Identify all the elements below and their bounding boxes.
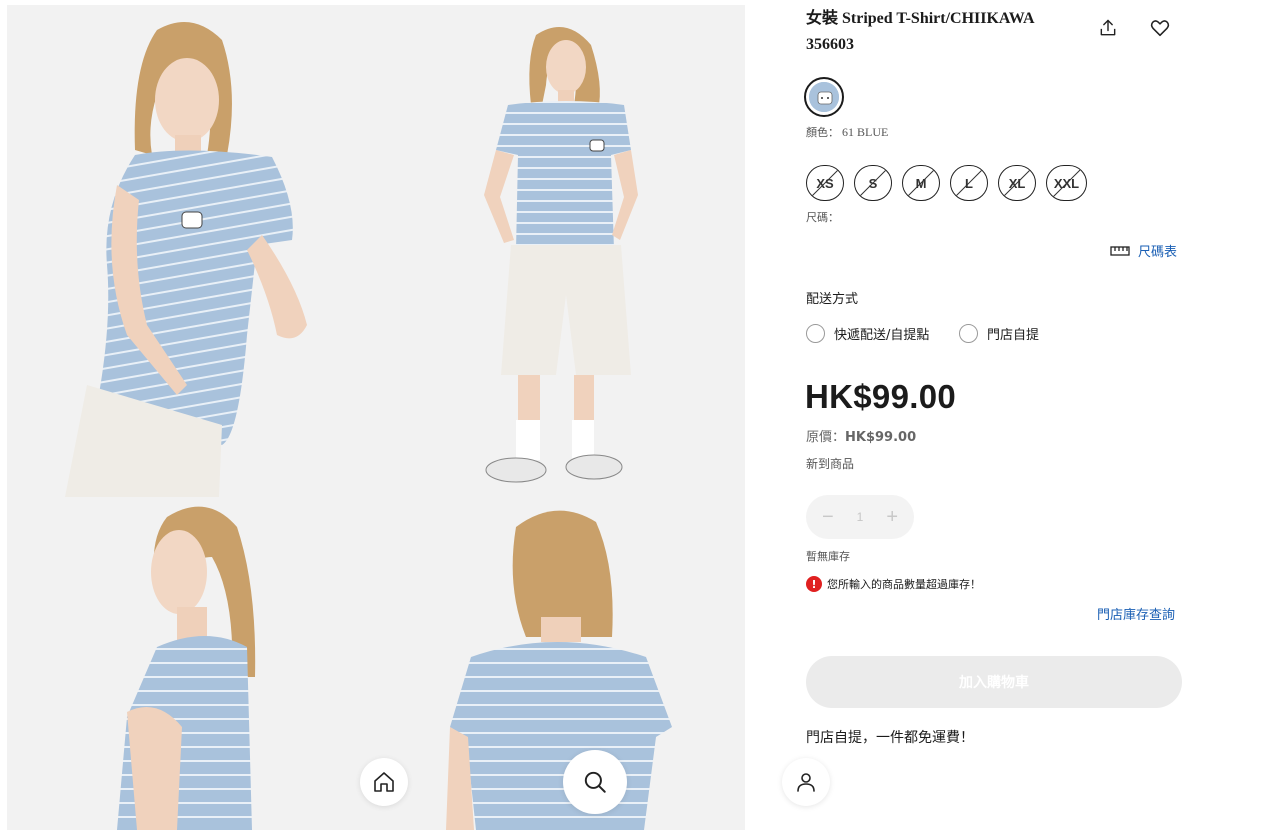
radio-button[interactable] bbox=[959, 324, 978, 343]
product-price: HK$99.00 bbox=[805, 378, 956, 415]
home-button[interactable] bbox=[360, 758, 408, 806]
stock-warning: ! 您所輸入的商品數量超過庫存！ bbox=[806, 576, 981, 592]
share-icon bbox=[1100, 19, 1116, 36]
original-price: 原價：HK$99.00 bbox=[806, 426, 916, 445]
unavailable-slash bbox=[954, 168, 984, 198]
shipping-option-store-pickup[interactable]: 門店自提 bbox=[959, 324, 1039, 343]
search-icon bbox=[584, 771, 606, 793]
quantity-value[interactable]: 1 bbox=[857, 510, 864, 524]
product-photo-side-image bbox=[7, 497, 376, 830]
account-button[interactable] bbox=[782, 758, 830, 806]
favorite-button[interactable] bbox=[1146, 14, 1174, 42]
home-icon bbox=[374, 772, 394, 792]
shipping-option-store-pickup-label: 門店自提 bbox=[987, 328, 1040, 343]
warning-icon: ! bbox=[806, 576, 822, 592]
unavailable-slash bbox=[1002, 168, 1032, 198]
size-chart-link[interactable]: 尺碼表 bbox=[1110, 241, 1177, 260]
user-icon bbox=[797, 773, 815, 792]
size-xs[interactable]: XS bbox=[806, 165, 844, 201]
product-photo-back-image bbox=[376, 497, 745, 830]
shipping-method-title: 配送方式 bbox=[806, 292, 859, 307]
unavailable-slash bbox=[810, 168, 840, 198]
color-swatch-image bbox=[809, 82, 839, 112]
original-price-value: HK$99.00 bbox=[845, 430, 917, 445]
new-arrival-badge: 新到商品 bbox=[806, 457, 855, 471]
heart-icon bbox=[1150, 20, 1170, 37]
size-chart-label: 尺碼表 bbox=[1138, 245, 1178, 260]
product-title: 女裝 Striped T-Shirt/CHIIKAWA 356603 bbox=[806, 10, 1034, 53]
shipping-option-delivery[interactable]: 快遞配送/自提點 bbox=[806, 324, 929, 343]
size-xl[interactable]: XL bbox=[998, 165, 1036, 201]
product-photo-front-closeup-image bbox=[7, 5, 376, 497]
ruler-icon bbox=[1110, 245, 1130, 256]
product-gallery bbox=[7, 5, 745, 830]
unavailable-slash bbox=[906, 168, 936, 198]
radio-button[interactable] bbox=[806, 324, 825, 343]
product-photo-back[interactable] bbox=[376, 497, 745, 830]
quantity-stepper[interactable]: − 1 + bbox=[806, 495, 914, 539]
size-options: XS S M L XL XXL bbox=[806, 165, 1087, 201]
search-button[interactable] bbox=[563, 750, 627, 814]
color-value: 61 BLUE bbox=[842, 125, 889, 139]
chiikawa-swatch-icon bbox=[809, 82, 839, 112]
size-m[interactable]: M bbox=[902, 165, 940, 201]
quantity-decrease-button[interactable]: − bbox=[822, 506, 834, 529]
store-stock-lookup-link[interactable]: 門店庫存查詢 bbox=[1097, 604, 1175, 623]
shipping-option-delivery-label: 快遞配送/自提點 bbox=[834, 328, 930, 343]
color-swatch-blue[interactable] bbox=[804, 77, 844, 117]
color-label: 顏色： bbox=[806, 126, 839, 139]
stock-status: 暫無庫存 bbox=[806, 550, 850, 563]
product-photo-full-body[interactable] bbox=[376, 5, 745, 497]
product-photo-full-body-image bbox=[376, 5, 745, 497]
product-photo-side[interactable] bbox=[7, 497, 376, 830]
original-price-label: 原價： bbox=[806, 430, 846, 445]
color-info: 顏色： 61 BLUE bbox=[806, 124, 888, 140]
unavailable-slash bbox=[858, 168, 888, 198]
share-button[interactable] bbox=[1094, 14, 1122, 42]
size-s[interactable]: S bbox=[854, 165, 892, 201]
size-label: 尺碼： bbox=[806, 211, 839, 224]
quantity-increase-button[interactable]: + bbox=[886, 506, 898, 529]
size-l[interactable]: L bbox=[950, 165, 988, 201]
free-shipping-promo: 門店自提，一件都免運費！ bbox=[806, 730, 974, 746]
size-xxl[interactable]: XXL bbox=[1046, 165, 1087, 201]
add-to-cart-button[interactable]: 加入購物車 bbox=[806, 656, 1182, 708]
stock-warning-text: 您所輸入的商品數量超過庫存！ bbox=[827, 578, 981, 591]
product-photo-front-closeup[interactable] bbox=[7, 5, 376, 497]
